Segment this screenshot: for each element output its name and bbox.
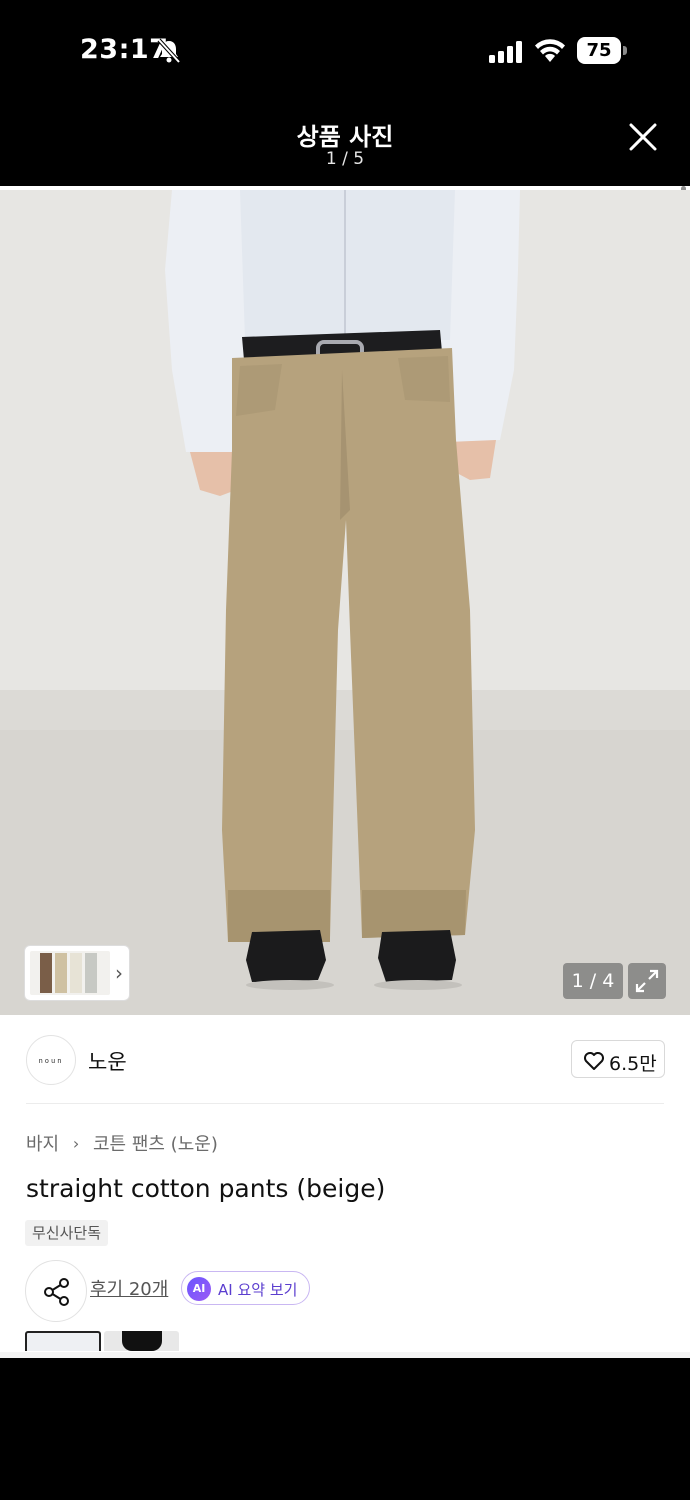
status-time: 23:17 bbox=[80, 34, 169, 65]
battery-cap bbox=[623, 46, 627, 55]
wifi-icon bbox=[535, 39, 565, 62]
like-count: 6.5만 bbox=[609, 1053, 657, 1075]
image-counter: 1 / 4 bbox=[563, 963, 623, 999]
share-button[interactable] bbox=[25, 1260, 87, 1322]
product-detail-preview[interactable]: › 1 / 4 noun 노운 6.5만 바지 › 코튼 팬츠 (노운) str… bbox=[0, 186, 690, 1358]
ai-badge-icon: AI bbox=[187, 1277, 211, 1301]
close-icon[interactable] bbox=[626, 120, 660, 154]
brand-name[interactable]: 노운 bbox=[88, 1046, 127, 1076]
color-option-black[interactable] bbox=[104, 1331, 179, 1351]
status-bar: 23:17 75 bbox=[0, 0, 690, 100]
share-icon bbox=[44, 1278, 69, 1306]
photo-viewer-header: 상품 사진 1 / 5 bbox=[0, 100, 690, 186]
battery-level: 75 bbox=[577, 37, 621, 64]
brand-row: noun 노운 6.5만 bbox=[0, 1015, 690, 1104]
ai-summary-label: AI 요약 보기 bbox=[218, 1281, 298, 1299]
color-variant-thumbnail[interactable]: › bbox=[25, 946, 129, 1000]
chevron-right-icon: › bbox=[115, 961, 123, 985]
breadcrumb-item-category[interactable]: 바지 bbox=[26, 1130, 59, 1156]
brand-logo[interactable]: noun bbox=[26, 1035, 76, 1085]
battery-icon: 75 bbox=[577, 37, 627, 64]
variant-thumbnail-image bbox=[30, 951, 110, 995]
heart-icon bbox=[584, 1052, 604, 1070]
breadcrumb-item-subcategory[interactable]: 코튼 팬츠 (노운) bbox=[93, 1130, 218, 1156]
divider bbox=[26, 1103, 664, 1104]
bottom-area bbox=[0, 1358, 690, 1500]
chevron-right-icon: › bbox=[72, 1133, 80, 1153]
ai-summary-button[interactable]: AI AI 요약 보기 bbox=[181, 1271, 310, 1305]
expand-button[interactable] bbox=[628, 963, 666, 999]
photo-counter: 1 / 5 bbox=[325, 149, 365, 169]
bell-off-icon bbox=[157, 38, 181, 64]
breadcrumb: 바지 › 코튼 팬츠 (노운) bbox=[26, 1130, 218, 1156]
page-title: 상품 사진 bbox=[296, 123, 394, 151]
product-title: straight cotton pants (beige) bbox=[26, 1174, 386, 1203]
expand-icon bbox=[635, 969, 659, 993]
color-option-white[interactable] bbox=[25, 1331, 101, 1351]
color-option-black-image bbox=[122, 1331, 162, 1351]
reviews-link[interactable]: 후기 20개 bbox=[90, 1275, 168, 1301]
cellular-signal-icon bbox=[489, 41, 522, 63]
like-button[interactable]: 6.5만 bbox=[571, 1040, 665, 1078]
exclusive-tag: 무신사단독 bbox=[25, 1220, 109, 1246]
product-image bbox=[0, 190, 690, 1015]
product-photo[interactable]: › 1 / 4 bbox=[0, 190, 690, 1015]
